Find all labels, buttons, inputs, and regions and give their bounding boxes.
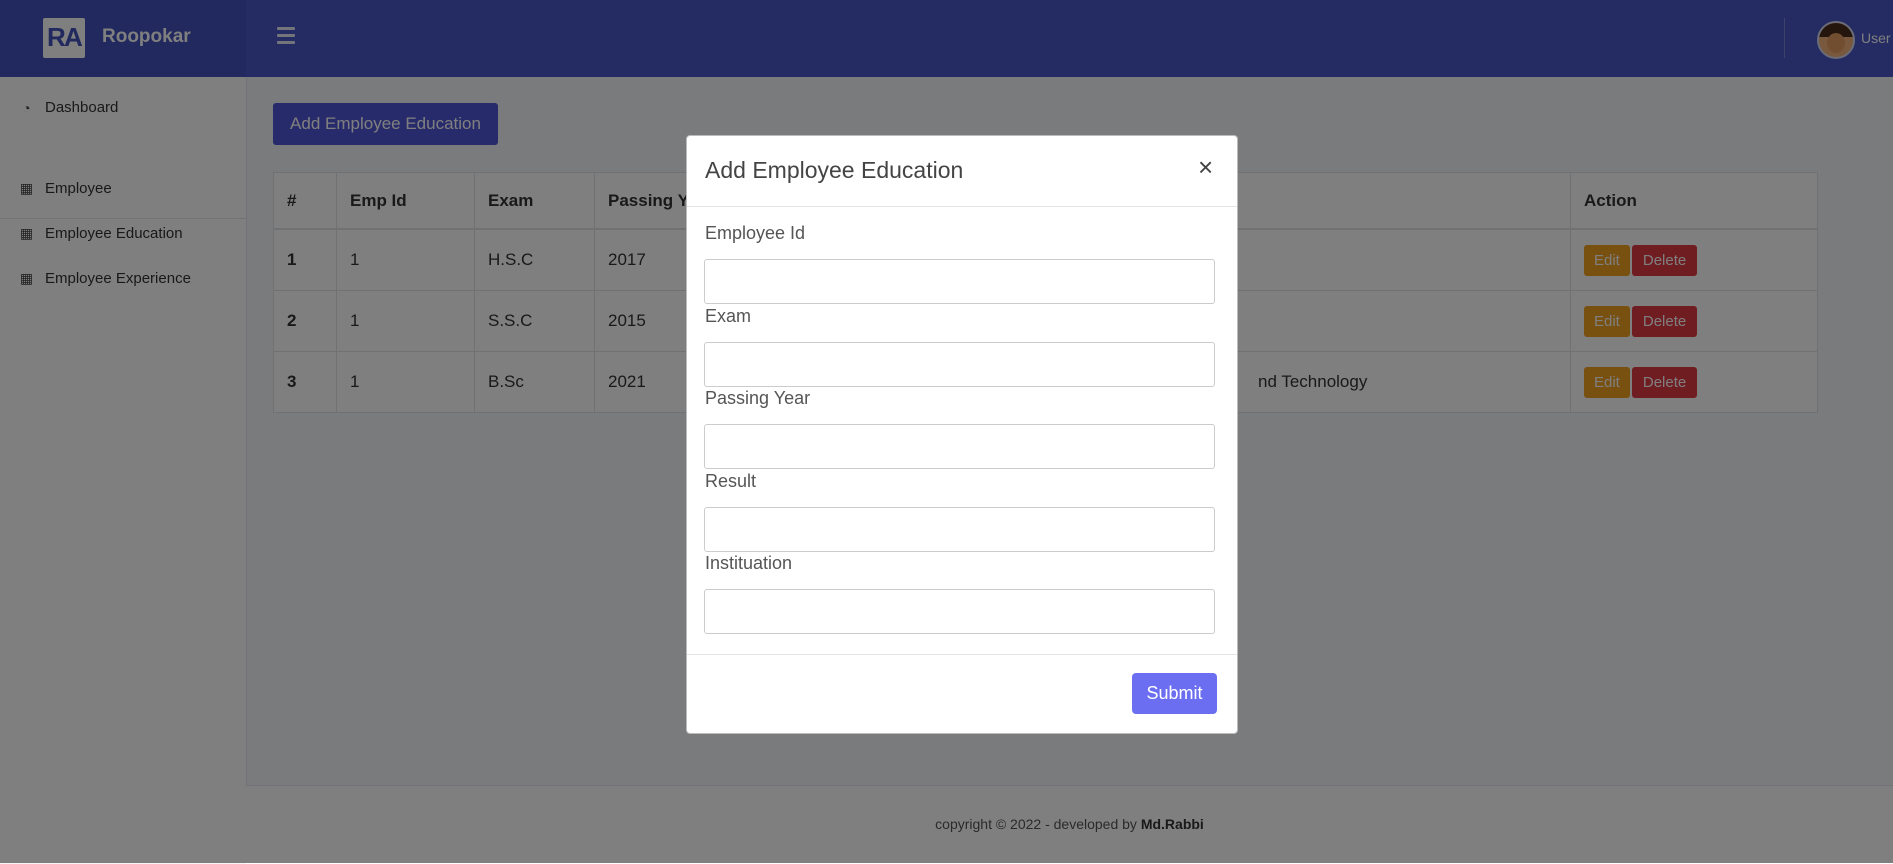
modal-header-divider [687, 206, 1237, 207]
employee-id-input[interactable] [704, 259, 1215, 304]
result-input[interactable] [704, 507, 1215, 552]
submit-button[interactable]: Submit [1132, 673, 1217, 714]
modal-title: Add Employee Education [705, 157, 964, 183]
add-education-modal: Add Employee Education × Employee Id Exa… [686, 135, 1238, 734]
passing-year-input[interactable] [704, 424, 1215, 469]
exam-input[interactable] [704, 342, 1215, 387]
modal-footer-divider [687, 654, 1237, 655]
close-icon[interactable]: × [1198, 154, 1213, 180]
institution-input[interactable] [704, 589, 1215, 634]
employee-id-label: Employee Id [705, 223, 806, 243]
exam-label: Exam [705, 306, 752, 326]
passing-year-label: Passing Year [705, 388, 811, 408]
result-label: Result [705, 471, 757, 491]
institution-label: Instituation [705, 553, 793, 573]
